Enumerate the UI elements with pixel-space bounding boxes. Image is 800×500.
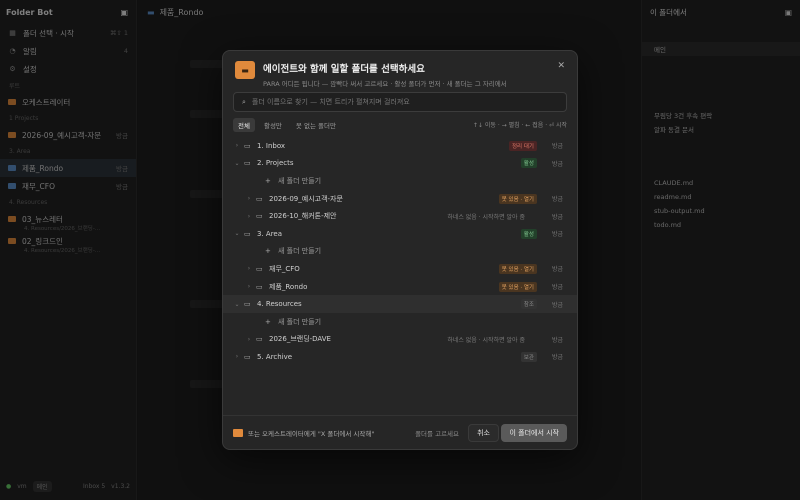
filter-bar: 전체 활성만 못 없는 폴더만 ↑↓ 이동 · → 펼침 · ← 접음 · ⏎ … xyxy=(233,117,567,133)
footer-note: 폴더를 고르세요 xyxy=(415,429,459,438)
harness-hint: 하네스 없음 · 시작하면 알아 줌 xyxy=(447,213,525,221)
chevron-icon[interactable]: ⌄ xyxy=(233,301,241,308)
select-button[interactable]: 방금 xyxy=(552,264,563,273)
folder-name: 1. Inbox xyxy=(257,141,286,150)
folder-icon: ▭ xyxy=(244,159,251,168)
folder-name: 2026-10_해커톤-제안 xyxy=(269,212,337,221)
folder-name: 4. Resources xyxy=(257,300,302,309)
folder-row[interactable]: › ▭ 2026-09_예시고객-자문 못 있음 · 열기 방금 xyxy=(223,190,577,208)
search-box[interactable]: ⌕ xyxy=(233,92,567,112)
chevron-icon[interactable]: › xyxy=(245,283,253,290)
chevron-icon[interactable]: › xyxy=(233,142,241,149)
folder-icon: ▬ xyxy=(235,61,255,79)
select-button[interactable]: 방금 xyxy=(552,194,563,203)
select-button[interactable]: 방금 xyxy=(552,352,563,361)
start-button[interactable]: 이 폴더에서 시작 xyxy=(501,424,567,442)
folder-name: 새 폴더 만들기 xyxy=(278,176,322,185)
folder-tree: › ▭ 1. Inbox 정리 대기 방금 ⌄ ▭ 2. Projects 활성 방금 + 새 폴더 … xyxy=(223,137,577,366)
status-badge: 활성 xyxy=(520,158,537,169)
status-badge: 정리 대기 xyxy=(509,140,537,151)
folder-name: 5. Archive xyxy=(257,352,293,361)
dialog-subtitle: PARA 어디든 됩니다 — 깜빡다 써서 고르세요 · 활성 폴더가 먼저 ·… xyxy=(263,80,507,88)
folder-icon: ▭ xyxy=(244,229,251,238)
folder-icon: ▭ xyxy=(256,212,263,221)
folder-icon xyxy=(233,428,243,437)
folder-name: 새 폴더 만들기 xyxy=(278,247,322,256)
folder-name: 2026-09_예시고객-자문 xyxy=(269,194,343,203)
chevron-icon[interactable]: › xyxy=(245,195,253,202)
folder-icon: ▭ xyxy=(244,300,251,309)
folder-icon: ▭ xyxy=(244,141,251,150)
new-folder-row[interactable]: + 새 폴더 만들기 xyxy=(223,172,577,190)
select-button[interactable]: 방금 xyxy=(552,212,563,221)
folder-name: 2026_브랜딩-DAVE xyxy=(269,335,331,344)
folder-name: 제품_Rondo xyxy=(269,282,308,291)
folder-row[interactable]: ⌄ ▭ 2. Projects 활성 방금 xyxy=(223,155,577,173)
chevron-icon[interactable]: › xyxy=(245,336,253,343)
dialog-header: ▬ 에이전트와 함께 일할 폴더를 선택하세요 PARA 어디든 됩니다 — 깜… xyxy=(223,51,577,88)
close-icon[interactable]: ✕ xyxy=(557,61,565,71)
folder-row[interactable]: › ▭ 2026-10_해커톤-제안 하네스 없음 · 시작하면 알아 줌 방금 xyxy=(223,207,577,225)
folder-row[interactable]: ⌄ ▭ 4. Resources 참조 방금 xyxy=(223,295,577,313)
status-badge: 못 있음 · 열기 xyxy=(498,281,537,292)
search-input[interactable] xyxy=(251,98,552,106)
chevron-icon[interactable]: › xyxy=(245,265,253,272)
chevron-icon[interactable]: › xyxy=(245,213,253,220)
folder-name: 3. Area xyxy=(257,229,283,238)
select-button[interactable]: 방금 xyxy=(552,141,563,150)
folder-name: 2. Projects xyxy=(257,159,294,168)
folder-row[interactable]: › ▭ 재무_CFO 못 있음 · 열기 방금 xyxy=(223,260,577,278)
cancel-button[interactable]: 취소 xyxy=(468,424,499,442)
status-badge: 참조 xyxy=(520,299,537,310)
folder-row[interactable]: › ▭ 2026_브랜딩-DAVE 하네스 없음 · 시작하면 알아 줌 방금 xyxy=(223,331,577,349)
folder-icon: ▭ xyxy=(256,194,263,203)
folder-row[interactable]: › ▭ 5. Archive 보관 방금 xyxy=(223,348,577,366)
footer-tip: 또는 오케스트레이터에게 "X 폴더에서 시작해" xyxy=(248,429,375,438)
plus-icon: + xyxy=(265,247,271,256)
harness-hint: 하네스 없음 · 시작하면 알아 줌 xyxy=(447,336,525,344)
filter-active[interactable]: 활성만 xyxy=(259,118,287,132)
select-button[interactable]: 방금 xyxy=(552,159,563,168)
dialog-title: 에이전트와 함께 일할 폴더를 선택하세요 xyxy=(263,64,425,75)
status-badge: 못 있음 · 열기 xyxy=(498,263,537,274)
select-button[interactable]: 방금 xyxy=(552,335,563,344)
app-window: Folder Bot ▣ ▦ 폴더 선택 · 시작 ⌘⇧ 1 ◔ 알림 4 ⚙ … xyxy=(0,0,800,500)
chevron-icon[interactable]: ⌄ xyxy=(233,160,241,167)
folder-picker-dialog: ▬ 에이전트와 함께 일할 폴더를 선택하세요 PARA 어디든 됩니다 — 깜… xyxy=(222,50,578,450)
search-icon: ⌕ xyxy=(242,97,246,106)
folder-icon: ▭ xyxy=(256,282,263,291)
keyboard-hint: ↑↓ 이동 · → 펼침 · ← 접음 · ⏎ 시작 xyxy=(472,122,567,129)
select-button[interactable]: 방금 xyxy=(552,300,563,309)
folder-icon: ▭ xyxy=(244,352,251,361)
select-button[interactable]: 방금 xyxy=(552,282,563,291)
folder-row[interactable]: ⌄ ▭ 3. Area 활성 방금 xyxy=(223,225,577,243)
status-badge: 활성 xyxy=(520,228,537,239)
folder-name: 재무_CFO xyxy=(269,264,300,273)
folder-row[interactable]: › ▭ 1. Inbox 정리 대기 방금 xyxy=(223,137,577,155)
plus-icon: + xyxy=(265,176,271,185)
select-button[interactable]: 방금 xyxy=(552,229,563,238)
chevron-icon[interactable]: › xyxy=(233,353,241,360)
filter-no-harness[interactable]: 못 없는 폴더만 xyxy=(291,118,341,132)
plus-icon: + xyxy=(265,317,271,326)
status-badge: 못 있음 · 열기 xyxy=(498,193,537,204)
chevron-icon[interactable]: ⌄ xyxy=(233,230,241,237)
status-badge: 보관 xyxy=(520,351,537,362)
folder-icon: ▭ xyxy=(256,335,263,344)
folder-row[interactable]: › ▭ 제품_Rondo 못 있음 · 열기 방금 xyxy=(223,278,577,296)
new-folder-row[interactable]: + 새 폴더 만들기 xyxy=(223,243,577,261)
filter-all[interactable]: 전체 xyxy=(233,118,255,132)
new-folder-row[interactable]: + 새 폴더 만들기 xyxy=(223,313,577,331)
dialog-footer: 또는 오케스트레이터에게 "X 폴더에서 시작해" 폴더를 고르세요 취소 이 … xyxy=(223,415,577,449)
folder-name: 새 폴더 만들기 xyxy=(278,317,322,326)
folder-icon: ▭ xyxy=(256,264,263,273)
